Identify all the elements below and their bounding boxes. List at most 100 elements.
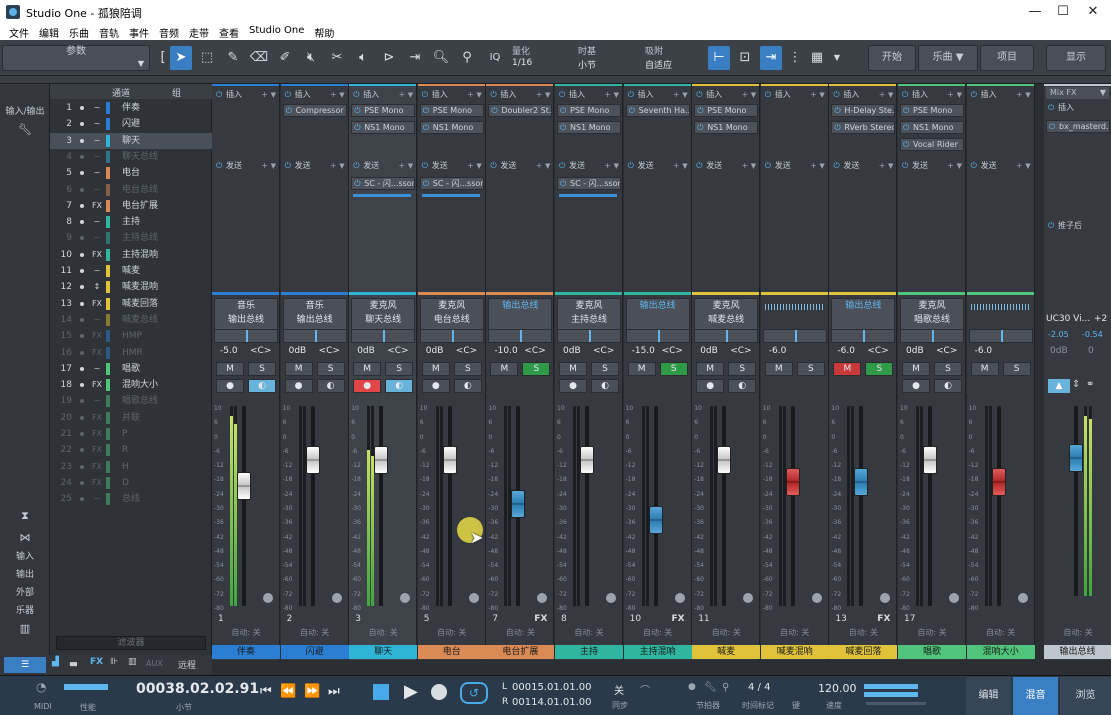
master-volume-slider[interactable] (866, 702, 926, 705)
send-header[interactable]: ⏻ 发送 + ▼ (969, 160, 1033, 172)
visibility-dot-icon[interactable] (80, 203, 84, 208)
output-label[interactable]: 输出总线 (215, 313, 277, 327)
volume-readout[interactable]: -6.0 (769, 346, 787, 356)
io-routing[interactable]: 麦克风 唱歌总线 (900, 298, 964, 330)
power-icon[interactable]: ⏻ (490, 89, 496, 101)
mix-view-button[interactable]: 混音 (1013, 677, 1058, 715)
power-icon[interactable]: ⏻ (833, 89, 839, 101)
channel-list-row[interactable]: 12 ↕ 喊麦混响 (50, 279, 212, 295)
position-display[interactable]: 00038.02.02.91 (136, 681, 259, 697)
show-button[interactable]: 显示 (1046, 45, 1106, 71)
main-automation-mode[interactable]: 自动: 关 (1046, 627, 1110, 638)
params-dropdown-icon[interactable]: ▼ (130, 52, 152, 76)
visibility-dot-icon[interactable] (80, 106, 84, 110)
channel-list-row[interactable]: 16 FX HMR (50, 345, 212, 361)
pan-slider[interactable] (351, 329, 416, 343)
automation-mode[interactable]: 自动: 关 (488, 627, 552, 638)
insert-menu-icon[interactable]: ▼ (408, 89, 413, 101)
mute-button[interactable]: M (696, 362, 725, 376)
power-icon[interactable]: ⏻ (903, 105, 909, 116)
insert-menu-icon[interactable]: ▼ (957, 89, 962, 101)
add-insert-icon[interactable]: + (330, 89, 337, 101)
monitor-button[interactable]: ◐ (453, 379, 482, 393)
power-icon[interactable]: ⏻ (354, 105, 360, 116)
send-header[interactable]: ⏻ 发送 + ▼ (420, 160, 484, 172)
metronome-settings-icon[interactable]: 🔧︎ (704, 682, 717, 693)
volume-fader[interactable] (648, 506, 663, 534)
visibility-dot-icon[interactable] (80, 415, 84, 420)
punch-tool-icon[interactable]: ⚲ (456, 46, 478, 70)
power-icon[interactable]: ⏻ (560, 122, 566, 133)
solo-button[interactable]: S (248, 362, 276, 376)
layout-dropdown-icon[interactable]: ▼ (826, 46, 848, 70)
output-label[interactable]: 主持总线 (558, 313, 620, 327)
channel-list-row[interactable]: 15 FX HMP (50, 328, 212, 344)
insert-header[interactable]: ⏻ 插入 + ▼ (557, 89, 621, 101)
insert-plugin-slot[interactable]: ⏻ Vocal Rider (900, 138, 964, 151)
channel-list-row[interactable]: 13 FX 喊麦回落 (50, 296, 212, 312)
visibility-dot-icon[interactable] (80, 480, 84, 485)
add-send-icon[interactable]: + (947, 160, 954, 172)
automation-mode[interactable]: 自动: 关 (214, 627, 278, 638)
forward-icon[interactable]: ⏩ (304, 684, 320, 699)
automation-mode[interactable]: 自动: 关 (831, 627, 895, 638)
add-insert-icon[interactable]: + (467, 89, 474, 101)
timesig-value[interactable]: 4 / 4 (748, 682, 770, 693)
output-label[interactable]: 喊麦总线 (695, 313, 757, 327)
channel-list-row[interactable]: 18 FX 混响大小 (50, 377, 212, 393)
add-send-icon[interactable]: + (810, 160, 817, 172)
add-send-icon[interactable]: + (467, 160, 474, 172)
power-icon[interactable]: ⏻ (422, 89, 428, 101)
fader-knob-icon[interactable] (880, 593, 891, 603)
visibility-dot-icon[interactable] (80, 236, 84, 241)
pan-readout[interactable]: <C> (730, 346, 751, 356)
main-device-name[interactable]: UC30 Vi... (1046, 314, 1090, 324)
edit-view-button[interactable]: 编辑 (966, 677, 1011, 715)
send-level-bar[interactable] (353, 194, 412, 197)
solo-button[interactable]: S (522, 362, 551, 376)
list-view-icon[interactable]: ☰ (4, 657, 46, 673)
solo-button[interactable]: S (865, 362, 894, 376)
insert-header[interactable]: ⏻ 插入 + ▼ (214, 89, 278, 101)
add-insert-icon[interactable]: + (398, 89, 405, 101)
send-header[interactable]: ⏻ 发送 + ▼ (831, 160, 895, 172)
volume-fader[interactable] (854, 468, 869, 496)
io-routing[interactable]: 输出总线 (625, 298, 690, 330)
power-icon[interactable]: ⏻ (216, 89, 222, 101)
power-icon[interactable]: ⏻ (903, 139, 909, 150)
power-icon[interactable]: ⏻ (902, 160, 908, 172)
volume-readout[interactable]: 0dB (426, 346, 444, 356)
insert-header[interactable]: ⏻ 插入 + ▼ (831, 89, 895, 101)
channel-list-row[interactable]: 25 ~ 总线 (50, 491, 212, 507)
record-icon[interactable] (431, 684, 447, 700)
insert-header[interactable]: ⏻ 插入 + ▼ (969, 89, 1033, 101)
insert-plugin-slot[interactable]: ⏻ NS1 Mono (351, 121, 416, 134)
visibility-dot-icon[interactable] (80, 220, 84, 225)
visibility-dot-icon[interactable] (80, 399, 84, 404)
listen-tool-icon[interactable]: 🔈︎ (352, 46, 374, 70)
channel-list-row[interactable]: 11 ~ 喊麦 (50, 263, 212, 279)
power-icon[interactable]: ⏻ (971, 160, 977, 172)
add-send-icon[interactable]: + (330, 160, 337, 172)
insert-header[interactable]: ⏻ 插入 + ▼ (626, 89, 690, 101)
inst-filter-icon[interactable]: ▥ (128, 657, 137, 667)
menu-view[interactable]: 查看 (214, 24, 244, 40)
snap-cursor-icon[interactable]: ⇥ (760, 46, 782, 70)
pan-slider[interactable] (694, 329, 759, 343)
visibility-dot-icon[interactable] (80, 350, 84, 355)
power-icon[interactable]: ⏻ (1048, 220, 1054, 232)
volume-readout[interactable]: -5.0 (220, 346, 238, 356)
send-header[interactable]: ⏻ 发送 + ▼ (488, 160, 552, 172)
mute-button[interactable]: M (353, 362, 382, 376)
main-link-icon[interactable]: ⚭ (1086, 379, 1094, 390)
volume-readout[interactable]: 0dB (357, 346, 375, 356)
channel-list-row[interactable]: 22 FX R (50, 442, 212, 458)
send-menu-icon[interactable]: ▼ (682, 160, 687, 172)
insert-plugin-slot[interactable]: ⏻ RVerb Stereo (831, 121, 896, 134)
volume-fader[interactable] (305, 446, 320, 474)
power-icon[interactable]: ⏻ (903, 122, 909, 133)
autoscroll-icon[interactable]: ⋮ (784, 46, 806, 70)
power-icon[interactable]: ⏻ (696, 89, 702, 101)
insert-plugin-slot[interactable]: ⏻ H-Delay Ste... (831, 104, 896, 117)
send-menu-icon[interactable]: ▼ (408, 160, 413, 172)
